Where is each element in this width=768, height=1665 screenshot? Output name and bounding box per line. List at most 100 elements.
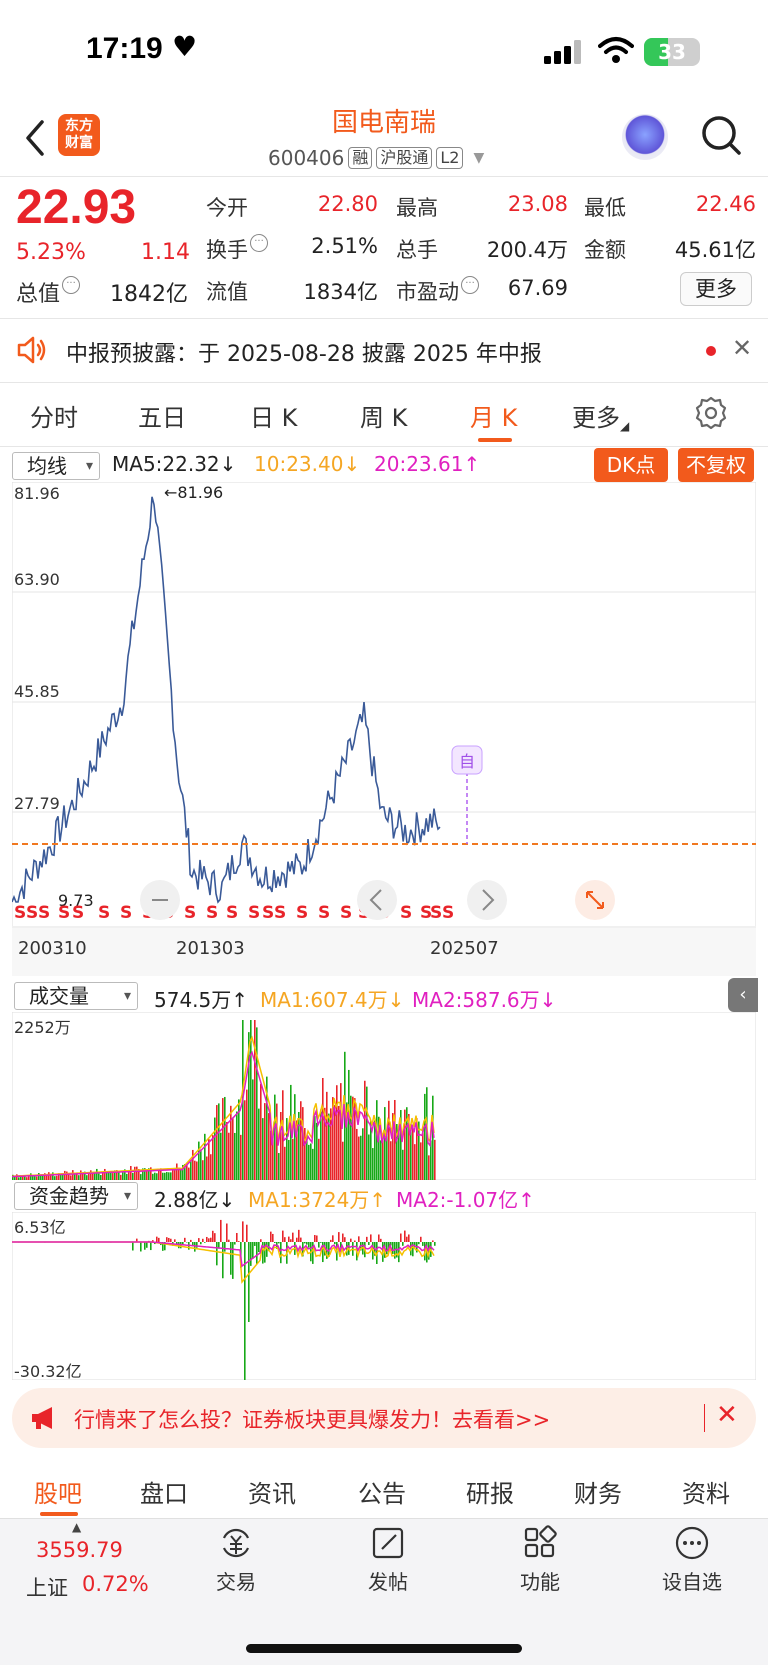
search-icon[interactable]	[700, 114, 742, 156]
volume-bar	[204, 1133, 206, 1180]
volume-bar	[338, 1105, 340, 1180]
volume-bar	[228, 1132, 230, 1180]
ma5-value: MA5:22.32↓	[112, 452, 237, 476]
promo-text[interactable]: 行情来了怎么投？证券板块更具爆发力！去看看>>	[74, 1404, 550, 1434]
y-label: 27.79	[14, 794, 60, 813]
dk-point-button[interactable]: DK点	[594, 448, 668, 482]
volume-bar	[48, 1172, 50, 1180]
info-icon[interactable]: ···	[62, 276, 81, 294]
tab-announcements[interactable]: 公告	[358, 1474, 406, 1509]
nav-post[interactable]: 发帖	[348, 1524, 428, 1595]
tab-news[interactable]: 资讯	[248, 1474, 296, 1509]
fund-bar	[140, 1242, 142, 1252]
close-icon[interactable]: ✕	[732, 334, 752, 362]
signal-icon	[544, 40, 581, 64]
collapse-panel-button[interactable]: ‹	[728, 978, 758, 1012]
volume-bar	[384, 1107, 386, 1180]
sell-signal-marker: S	[318, 903, 330, 923]
battery-icon: 33	[644, 38, 700, 66]
volume-bar	[164, 1172, 166, 1180]
volume-bar	[286, 1118, 288, 1180]
tab-weekly-k[interactable]: 周 K	[360, 398, 407, 433]
index-percent[interactable]: 0.72%	[82, 1572, 149, 1596]
tab-five-day[interactable]: 五日	[138, 398, 186, 433]
volume-bar	[402, 1149, 404, 1180]
volume-bar	[134, 1166, 136, 1180]
self-marker[interactable]: 自	[459, 752, 475, 771]
volume-bar	[68, 1174, 70, 1180]
fund-bar	[298, 1229, 300, 1242]
index-name[interactable]: 上证	[26, 1572, 68, 1602]
fund-bar	[158, 1237, 160, 1242]
price-chart[interactable]: 自 ←81.96 9.73 SSSSSSSSSSSSSSSSSSSSSSSS	[12, 482, 756, 928]
tab-research[interactable]: 研报	[466, 1474, 514, 1509]
active-tab-indicator	[478, 438, 512, 442]
volume-bar	[428, 1155, 430, 1180]
tab-daily-k[interactable]: 日 K	[250, 398, 297, 433]
tab-finance[interactable]: 财务	[574, 1474, 622, 1509]
close-icon[interactable]: ✕	[716, 1400, 738, 1430]
fund-bar	[320, 1242, 322, 1243]
volume-bar	[300, 1101, 302, 1180]
volume-selector[interactable]: 成交量	[14, 982, 138, 1010]
volume-bar	[246, 1089, 248, 1180]
fund-bar	[204, 1242, 206, 1243]
more-quote-button[interactable]: 更多	[680, 272, 752, 306]
tab-monthly-k[interactable]: 月 K	[470, 398, 517, 433]
fund-bar	[184, 1237, 186, 1242]
open-label: 今开	[206, 196, 248, 220]
gear-icon[interactable]	[694, 396, 728, 430]
nav-functions[interactable]: 功能	[500, 1524, 580, 1595]
info-icon[interactable]: ···	[250, 234, 268, 252]
heart-icon: ♥	[172, 30, 198, 63]
fund-ma2: MA2:-1.07亿↑	[396, 1188, 535, 1212]
volume-bar	[224, 1096, 226, 1180]
nav-add-watchlist[interactable]: 设自选	[652, 1524, 732, 1595]
volume-bar	[308, 1144, 310, 1180]
current-price: 22.93	[16, 181, 137, 234]
volume-bar	[196, 1161, 198, 1180]
volume-bars	[12, 1020, 436, 1180]
fund-bar	[174, 1239, 176, 1242]
sell-signal-marker: S	[98, 903, 110, 923]
tab-profile[interactable]: 资料	[682, 1474, 730, 1509]
float-value: 1834亿	[303, 280, 378, 304]
sell-signal-marker: S	[26, 903, 38, 923]
pe-value: 67.69	[507, 276, 568, 300]
scroll-right-button[interactable]	[467, 880, 507, 920]
chevron-down-icon[interactable]: ▼	[473, 150, 484, 166]
volume-bar	[86, 1175, 88, 1180]
fund-bar	[226, 1223, 228, 1242]
tab-intraday[interactable]: 分时	[30, 398, 78, 433]
fund-bar	[422, 1242, 424, 1246]
volume-bar	[62, 1174, 64, 1180]
volume-bar	[264, 1103, 266, 1180]
fund-bar	[254, 1242, 256, 1246]
volume-bar	[202, 1160, 204, 1180]
sell-signal-marker: S	[14, 903, 26, 923]
fund-bar	[250, 1242, 252, 1266]
scroll-left-button[interactable]	[357, 880, 397, 920]
nav-trade[interactable]: 交易	[196, 1524, 276, 1595]
fund-ma1: MA1:3724万↑	[248, 1188, 387, 1212]
fund-bar	[230, 1242, 232, 1275]
volume-bar	[380, 1140, 382, 1180]
more-icon	[675, 1526, 709, 1560]
fund-bar	[228, 1239, 230, 1242]
volume-bar	[78, 1175, 80, 1180]
tab-more[interactable]: 更多◢	[572, 398, 629, 433]
fund-bar	[332, 1235, 334, 1242]
sell-signal-marker: S	[120, 903, 132, 923]
fund-selector[interactable]: 资金趋势	[14, 1182, 138, 1210]
index-value[interactable]: 3559.79	[36, 1538, 123, 1562]
tab-orderbook[interactable]: 盘口	[140, 1474, 188, 1509]
tab-guba[interactable]: 股吧	[34, 1474, 82, 1509]
notice-text[interactable]: 中报预披露：于 2025-08-28 披露 2025 年中报	[66, 336, 542, 368]
robot-assistant-icon[interactable]	[622, 114, 668, 160]
fund-bar	[170, 1238, 172, 1242]
volume-bar	[188, 1167, 190, 1180]
volume-bar	[368, 1134, 370, 1180]
indicator-selector[interactable]: 均线	[12, 452, 100, 480]
fund-bar	[144, 1242, 146, 1250]
no-adjust-button[interactable]: 不复权	[678, 448, 754, 482]
